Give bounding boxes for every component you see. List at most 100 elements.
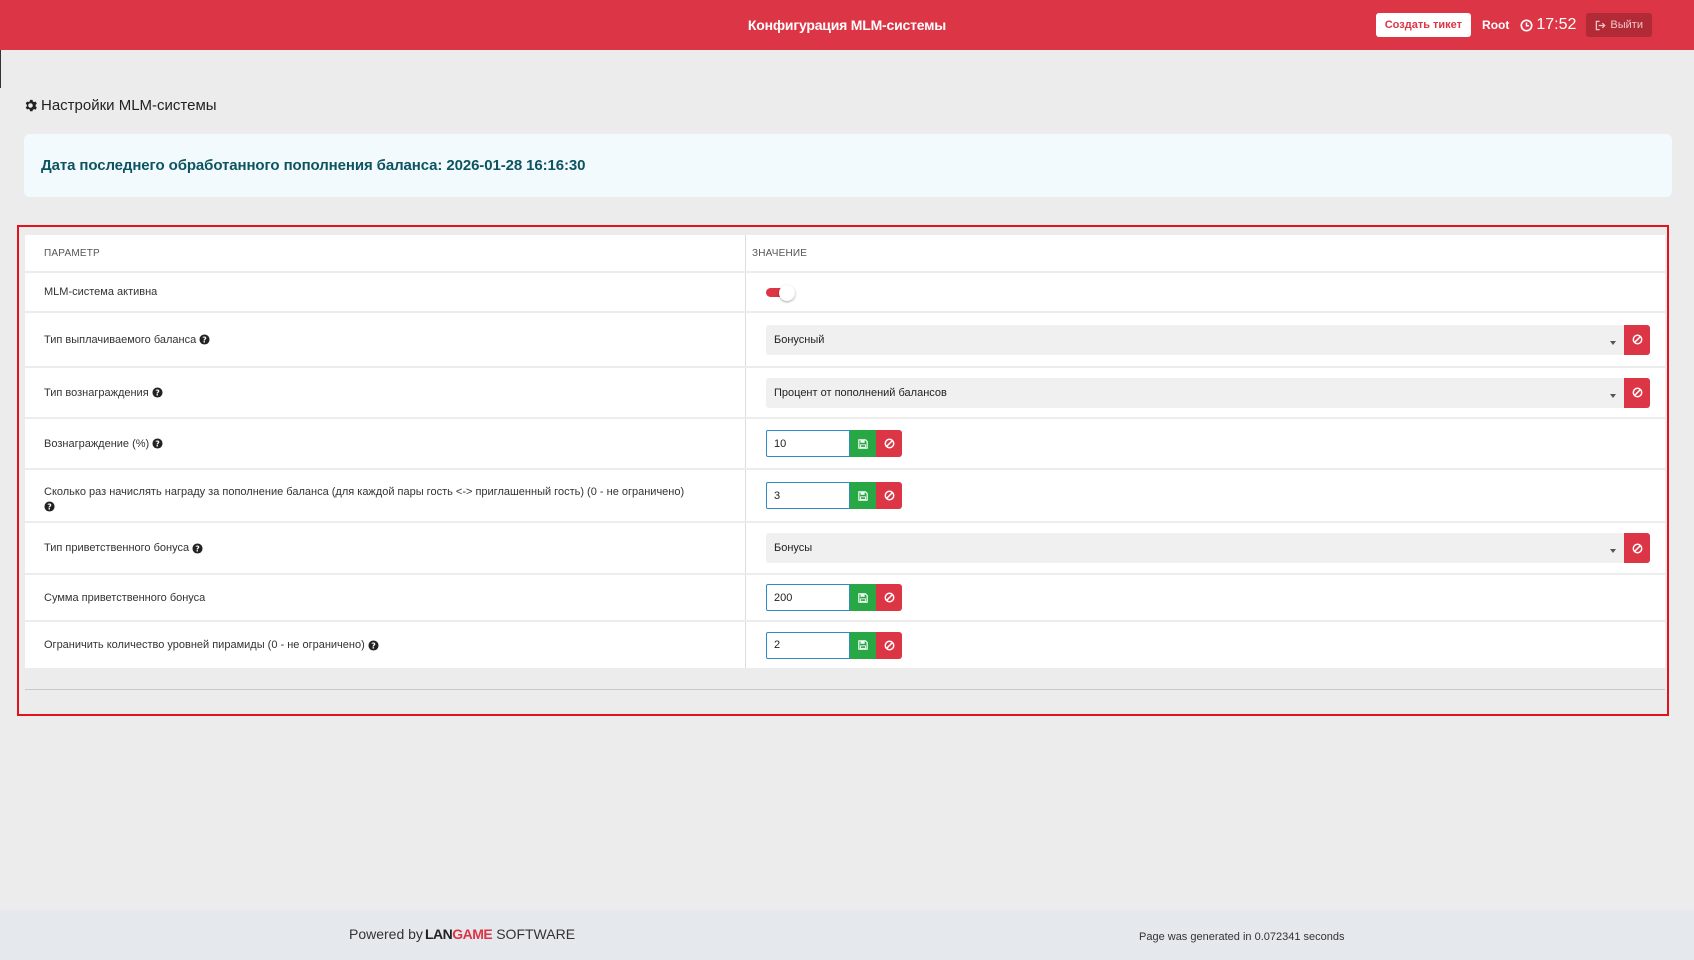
reset-button[interactable] <box>876 584 902 611</box>
question-circle-icon[interactable]: ? <box>152 438 163 449</box>
param-label-text: Ограничить количество уровней пирамиды (… <box>44 639 365 651</box>
clock-icon <box>1520 18 1533 32</box>
clock: 17:52 <box>1520 16 1576 34</box>
mlm-active-toggle[interactable] <box>766 285 796 301</box>
powered-by-text: Powered by <box>349 926 423 942</box>
reward-percent-input[interactable] <box>766 430 850 457</box>
section-title: Настройки MLM-системы <box>24 97 217 114</box>
table-row: Вознаграждение (%) ? <box>25 419 1665 468</box>
save-icon <box>858 640 868 650</box>
reward-type-select[interactable]: Процент от пополнений балансов <box>766 377 1624 408</box>
reset-button[interactable] <box>876 631 902 659</box>
param-label: MLM-система активна <box>25 273 746 311</box>
save-icon <box>858 490 868 501</box>
ban-icon <box>884 438 894 449</box>
reset-button[interactable] <box>876 482 902 509</box>
info-alert: Дата последнего обработанного пополнения… <box>24 134 1672 197</box>
save-button[interactable] <box>850 631 876 659</box>
param-label-text: Сколько раз начислять награду за пополне… <box>44 486 685 498</box>
param-value <box>746 622 1665 668</box>
table-row: Тип приветственного бонуса ? Бонусы <box>25 523 1665 573</box>
param-value <box>746 470 1665 521</box>
column-header-value: ЗНАЧЕНИЕ <box>752 247 808 259</box>
table-row: Сколько раз начислять награду за пополне… <box>25 470 1665 521</box>
reset-button[interactable] <box>1624 324 1650 355</box>
param-value: Бонусы <box>746 523 1665 573</box>
generation-time: Page was generated in 0.072341 seconds <box>1139 931 1345 943</box>
side-divider <box>0 50 1 88</box>
table-header-row: ПАРАМЕТР ЗНАЧЕНИЕ <box>25 235 1665 271</box>
reset-button[interactable] <box>876 430 902 457</box>
table-row: Ограничить количество уровней пирамиды (… <box>25 622 1665 668</box>
powered-by: Powered by LANGAME SOFTWARE <box>349 926 575 942</box>
ban-icon <box>1632 387 1642 398</box>
user-name[interactable]: Root <box>1482 18 1509 32</box>
welcome-bonus-amount-input[interactable] <box>766 584 850 611</box>
ban-icon <box>884 490 894 501</box>
ban-icon <box>884 592 894 603</box>
svg-text:?: ? <box>202 335 207 344</box>
param-value: Процент от пополнений балансов <box>746 368 1665 417</box>
page-header-title: Конфигурация MLM-системы <box>747 17 947 33</box>
column-header-param: ПАРАМЕТР <box>25 235 746 271</box>
brand-lan: LAN <box>424 926 453 942</box>
param-label-text: Сумма приветственного бонуса <box>44 591 206 604</box>
param-label: Сумма приветственного бонуса <box>25 575 746 620</box>
clock-time: 17:52 <box>1536 16 1577 33</box>
reset-button[interactable] <box>1624 377 1650 408</box>
sign-out-icon <box>1596 20 1606 30</box>
table-row: Сумма приветственного бонуса <box>25 575 1665 620</box>
top-bar: Конфигурация MLM-системы Создать тикет R… <box>0 0 1694 50</box>
reset-button[interactable] <box>1624 533 1650 563</box>
brand-logo[interactable]: LANGAME <box>424 926 493 942</box>
param-label: Тип вознаграждения ? <box>25 368 746 417</box>
section-title-text: Настройки MLM-системы <box>41 97 217 114</box>
param-label: Тип приветственного бонуса ? <box>25 523 746 573</box>
param-value <box>746 575 1665 620</box>
welcome-bonus-type-select[interactable]: Бонусы <box>766 533 1624 563</box>
question-circle-icon[interactable]: ? <box>192 542 203 554</box>
svg-text:?: ? <box>155 388 160 397</box>
param-label-text: Вознаграждение (%) <box>44 437 150 450</box>
save-button[interactable] <box>850 482 876 509</box>
logout-button[interactable]: Выйти <box>1586 13 1652 37</box>
param-value: Бонусный <box>746 313 1665 366</box>
param-label-text: Тип приветственного бонуса <box>44 542 190 554</box>
question-circle-icon[interactable]: ? <box>152 387 163 398</box>
save-icon <box>858 592 868 603</box>
svg-text:?: ? <box>155 439 160 448</box>
last-processed-date: Дата последнего обработанного пополнения… <box>41 157 586 174</box>
save-button[interactable] <box>850 584 876 611</box>
settings-table: ПАРАМЕТР ЗНАЧЕНИЕ MLM-система активна Ти… <box>25 235 1665 705</box>
question-circle-icon[interactable]: ? <box>44 501 55 512</box>
pyramid-levels-input[interactable] <box>766 631 850 659</box>
param-label-text: MLM-система активна <box>44 286 158 298</box>
param-value <box>746 419 1665 468</box>
param-label-text: Тип выплачиваемого баланса <box>44 333 197 346</box>
select-value: Процент от пополнений балансов <box>774 386 947 399</box>
table-row: MLM-система активна <box>25 273 1665 311</box>
ban-icon <box>1632 543 1642 553</box>
table-row: Тип выплачиваемого баланса ? Бонусный <box>25 313 1665 366</box>
ban-icon <box>884 640 894 650</box>
gear-icon <box>25 99 37 112</box>
select-value: Бонусный <box>774 333 825 346</box>
table-row: Тип вознаграждения ? Процент от пополнен… <box>25 368 1665 417</box>
brand-software: SOFTWARE <box>496 926 576 942</box>
select-value: Бонусы <box>774 542 813 554</box>
payout-balance-type-select[interactable]: Бонусный <box>766 324 1624 355</box>
question-circle-icon[interactable]: ? <box>368 639 379 651</box>
param-label-text: Тип вознаграждения <box>44 386 149 399</box>
svg-text:?: ? <box>47 502 52 511</box>
chevron-down-icon <box>1610 549 1616 553</box>
save-button[interactable] <box>850 430 876 457</box>
param-label: Тип выплачиваемого баланса ? <box>25 313 746 366</box>
header-actions: Создать тикет Root 17:52 Выйти <box>1375 13 1652 37</box>
reward-repeat-count-input[interactable] <box>766 482 850 509</box>
question-circle-icon[interactable]: ? <box>199 334 210 345</box>
chevron-down-icon <box>1610 393 1616 398</box>
footer <box>0 910 1694 960</box>
svg-text:?: ? <box>195 544 200 553</box>
ban-icon <box>1632 334 1642 345</box>
create-ticket-button[interactable]: Создать тикет <box>1375 13 1472 37</box>
